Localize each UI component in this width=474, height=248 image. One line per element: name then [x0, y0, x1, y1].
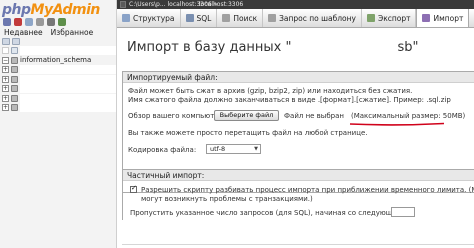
red-annotation-underline — [349, 122, 445, 126]
collapse-all-icon[interactable] — [2, 38, 10, 45]
tree-item-database[interactable]: + — [2, 93, 116, 104]
page-title-tail: sb" — [397, 40, 419, 55]
favorites-tab[interactable]: Избранное — [50, 27, 95, 38]
tab-label: Структура — [133, 13, 175, 23]
skip-queries-input[interactable] — [391, 207, 415, 217]
home-icon[interactable] — [3, 18, 11, 26]
allow-interrupt-label-2: могут возникнуть проблемы с транзакциями… — [141, 195, 313, 203]
no-file-text: Файл не выбран — [284, 112, 344, 120]
main-content: Импорт в базу данных " sb" Импортируемый … — [117, 29, 474, 248]
fieldset-header: Частичный импорт: — [123, 170, 474, 181]
help-icon[interactable] — [36, 18, 44, 26]
sql-query-icon[interactable] — [25, 18, 33, 26]
settings-icon[interactable] — [58, 18, 66, 26]
database-icon — [11, 56, 18, 64]
choose-file-button[interactable]: Выберите файл — [214, 110, 279, 121]
tree-item-database[interactable]: + — [2, 74, 116, 85]
fieldset-legend: Частичный импорт: — [127, 171, 205, 180]
section-divider — [122, 244, 474, 245]
tab-label: SQL — [196, 13, 212, 23]
main-tab-bar: Структура SQL Поиск Запрос по шаблону Эк… — [117, 9, 474, 28]
tab-import[interactable]: Импорт — [416, 9, 470, 27]
page-title: Импорт в базу данных " sb" — [127, 40, 419, 55]
tab-query[interactable]: Запрос по шаблону — [263, 9, 362, 27]
sql-icon — [185, 14, 194, 22]
filename-hint: Имя сжатого файла должно заканчиваться в… — [128, 96, 451, 104]
expand-icon[interactable]: + — [2, 94, 9, 102]
query-icon — [268, 14, 277, 22]
tab-search[interactable]: Поиск — [217, 9, 264, 27]
compression-hint: Файл может быть сжат в архив (gzip, bzip… — [128, 87, 413, 95]
database-name[interactable] — [20, 84, 116, 94]
new-database-icon — [11, 47, 18, 55]
drag-hint: Вы также можете просто перетащить файл н… — [128, 129, 368, 137]
logo-text-php: php — [2, 2, 31, 18]
database-icon — [11, 75, 18, 83]
exit-icon[interactable] — [14, 18, 22, 26]
partial-import-fieldset: Частичный импорт: Разрешить скрипту разб… — [122, 169, 474, 220]
database-icon — [11, 85, 18, 93]
expand-icon[interactable]: + — [2, 104, 9, 112]
sidebar-nav-icons — [3, 18, 66, 26]
max-size-text: (Максимальный размер: 50MB) — [351, 112, 466, 120]
tab-label: Импорт — [433, 13, 464, 23]
redacted-area — [20, 46, 116, 56]
expand-icon[interactable]: + — [2, 75, 9, 83]
sidebar-tabs: Недавнее Избранное — [3, 27, 94, 38]
export-icon — [366, 14, 375, 22]
encoding-selected-value: utf-8 — [210, 145, 226, 153]
tab-structure[interactable]: Структура — [117, 9, 181, 27]
logo-text-myadmin: MyAdmin — [30, 2, 101, 18]
tab-label: Экспорт — [377, 13, 411, 23]
tab-label: Поиск — [233, 13, 258, 23]
expand-icon[interactable] — [2, 47, 9, 55]
docs-icon[interactable] — [47, 18, 55, 26]
navigation-sidebar: php MyAdmin Недавнее Избранное − informat… — [0, 0, 117, 248]
breadcrumb-database[interactable]: localhost:3306 — [199, 0, 243, 9]
expand-icon[interactable]: + — [2, 85, 9, 93]
database-tree: − information_schema + + + + + — [2, 46, 116, 113]
allow-interrupt-label: Разрешить скрипту разбивать процесс импо… — [141, 186, 474, 194]
page-title-prefix: Импорт в базу данных " — [127, 40, 292, 55]
tab-export[interactable]: Экспорт — [362, 9, 417, 27]
skip-queries-label: Пропустить указанное число запросов (для… — [130, 209, 408, 217]
expand-icon[interactable]: + — [2, 66, 9, 74]
database-name[interactable] — [20, 103, 116, 113]
encoding-select[interactable]: utf-8 ▼ — [206, 144, 261, 154]
sidebar-toolbar — [2, 38, 114, 46]
tree-item-database[interactable]: + — [2, 84, 116, 94]
database-icon — [11, 94, 18, 102]
link-icon[interactable] — [12, 38, 20, 45]
fieldset-legend: Импортируемый файл: — [127, 73, 218, 82]
fieldset-header: Импортируемый файл: — [123, 72, 474, 83]
phpmyadmin-logo[interactable]: php MyAdmin — [2, 1, 100, 19]
structure-icon — [122, 14, 130, 22]
search-icon — [222, 14, 231, 22]
breadcrumb-bar: C:\Users\p... localhost:3306 » localhost… — [117, 0, 474, 9]
collapse-icon[interactable]: − — [2, 56, 9, 64]
allow-interrupt-checkbox[interactable] — [130, 184, 137, 193]
tab-sql[interactable]: SQL — [181, 9, 218, 27]
tree-item-database[interactable]: + — [2, 65, 116, 75]
database-name[interactable] — [20, 93, 116, 103]
database-name[interactable] — [20, 65, 116, 75]
tab-label: Запрос по шаблону — [279, 13, 356, 23]
database-icon — [11, 104, 18, 112]
tree-item-new[interactable] — [2, 46, 116, 56]
tree-item-database[interactable]: + — [2, 103, 116, 113]
database-name[interactable] — [20, 74, 116, 84]
encoding-label: Кодировка файла: — [128, 146, 197, 154]
chevron-down-icon: ▼ — [254, 146, 258, 152]
database-name[interactable]: information_schema — [20, 56, 91, 64]
database-icon — [11, 66, 18, 74]
recent-tab[interactable]: Недавнее — [3, 27, 44, 38]
server-icon — [120, 1, 126, 8]
tree-item-database[interactable]: − information_schema — [2, 56, 116, 66]
import-icon — [422, 14, 431, 22]
